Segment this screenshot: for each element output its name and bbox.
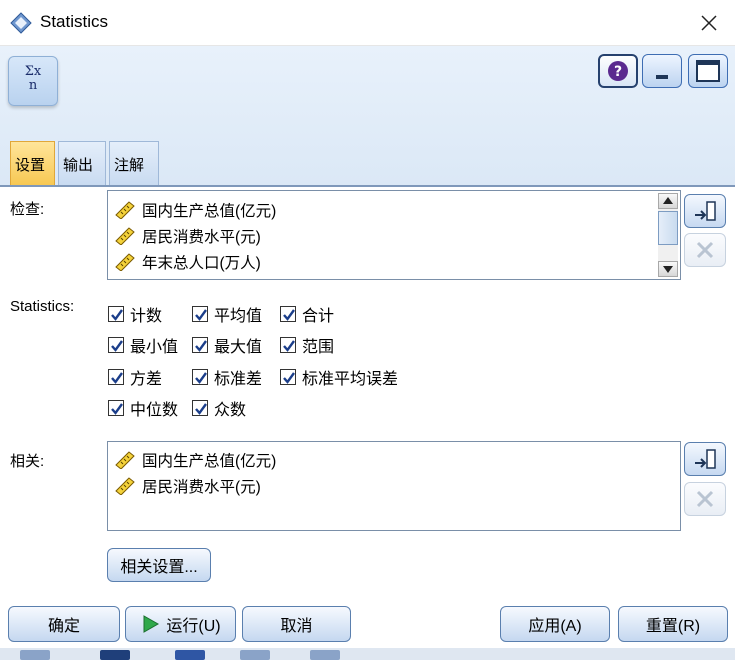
field-picker-icon [695, 449, 716, 469]
canvas-node-icon [240, 650, 270, 660]
canvas-node-icon [310, 650, 340, 660]
checkbox-std-error-mean[interactable]: 标准平均误差 [280, 366, 398, 388]
correlate-label: 相关: [10, 453, 45, 470]
chevron-down-icon [663, 266, 673, 273]
help-button[interactable]: ? [598, 54, 638, 88]
checkmark-icon [195, 403, 207, 415]
ruler-field-icon [115, 451, 135, 469]
checkmark-icon [283, 309, 295, 321]
title-bar: Statistics [0, 0, 735, 46]
checkmark-icon [283, 372, 295, 384]
examine-remove-button[interactable] [684, 233, 726, 267]
checkbox-std-dev[interactable]: 标准差 [192, 366, 262, 388]
ruler-field-icon [115, 201, 135, 219]
list-item[interactable]: 居民消费水平(元) [114, 224, 261, 248]
correlate-field-picker-button[interactable] [684, 442, 726, 476]
examine-field-picker-button[interactable] [684, 194, 726, 228]
maximize-button[interactable] [688, 54, 728, 88]
canvas-node-icon [20, 650, 50, 660]
scroll-up-arrow[interactable] [658, 193, 678, 209]
correlate-listbox[interactable]: 国内生产总值(亿元) 居民消费水平(元) [107, 441, 681, 531]
dialog-header: Σx n ? 设置 输出 注解 [0, 46, 735, 187]
window-title: Statistics [40, 12, 109, 31]
remove-x-icon [696, 490, 714, 508]
examine-listbox[interactable]: 国内生产总值(亿元) 居民消费水平(元) 年末总人口(万人) [107, 190, 681, 280]
help-icon: ? [608, 61, 628, 81]
run-button-label: 运行(U) [166, 618, 221, 635]
checkmark-icon [195, 372, 207, 384]
close-icon[interactable] [697, 11, 721, 35]
checkmark-icon [195, 340, 207, 352]
list-item[interactable]: 国内生产总值(亿元) [114, 198, 276, 222]
statistics-node-icon: Σx n [8, 56, 58, 106]
svg-text:?: ? [614, 64, 622, 80]
scroll-down-arrow[interactable] [658, 261, 678, 277]
checkbox-min[interactable]: 最小值 [108, 334, 178, 356]
play-icon [143, 615, 160, 633]
checkbox-count[interactable]: 计数 [108, 303, 162, 325]
ruler-field-icon [115, 227, 135, 245]
checkbox-range[interactable]: 范围 [280, 334, 334, 356]
scroll-thumb[interactable] [658, 211, 678, 245]
checkbox-max[interactable]: 最大值 [192, 334, 262, 356]
app-icon [10, 12, 32, 34]
examine-scrollbar[interactable] [658, 193, 678, 277]
ruler-field-icon [115, 253, 135, 271]
checkbox-median[interactable]: 中位数 [108, 397, 178, 419]
cancel-button[interactable]: 取消 [242, 606, 351, 642]
checkmark-icon [111, 340, 123, 352]
checkbox-mode[interactable]: 众数 [192, 397, 246, 419]
correlate-remove-button[interactable] [684, 482, 726, 516]
header-divider [0, 185, 735, 187]
canvas-node-icon [175, 650, 205, 660]
list-item[interactable]: 居民消费水平(元) [114, 474, 261, 498]
tab-output[interactable]: 输出 [58, 141, 106, 185]
checkmark-icon [111, 403, 123, 415]
checkmark-icon [111, 372, 123, 384]
statistics-label: Statistics: [10, 298, 75, 315]
tab-settings[interactable]: 设置 [10, 141, 55, 185]
minimize-icon [656, 75, 668, 79]
ok-button[interactable]: 确定 [8, 606, 120, 642]
list-item[interactable]: 年末总人口(万人) [114, 250, 261, 274]
checkmark-icon [195, 309, 207, 321]
correlation-settings-button[interactable]: 相关设置... [107, 548, 211, 582]
maximize-icon [696, 60, 720, 82]
apply-button[interactable]: 应用(A) [500, 606, 610, 642]
checkbox-mean[interactable]: 平均值 [192, 303, 262, 325]
checkbox-sum[interactable]: 合计 [280, 303, 334, 325]
examine-label: 检查: [10, 201, 45, 218]
list-item[interactable]: 国内生产总值(亿元) [114, 448, 276, 472]
run-button[interactable]: 运行(U) [125, 606, 236, 642]
minimize-button[interactable] [642, 54, 682, 88]
checkmark-icon [111, 309, 123, 321]
remove-x-icon [696, 241, 714, 259]
reset-button[interactable]: 重置(R) [618, 606, 728, 642]
ruler-field-icon [115, 477, 135, 495]
checkbox-variance[interactable]: 方差 [108, 366, 162, 388]
checkmark-icon [283, 340, 295, 352]
canvas-node-icon [100, 650, 130, 660]
tab-annotations[interactable]: 注解 [109, 141, 159, 185]
chevron-up-icon [663, 197, 673, 204]
field-picker-icon [695, 201, 716, 221]
